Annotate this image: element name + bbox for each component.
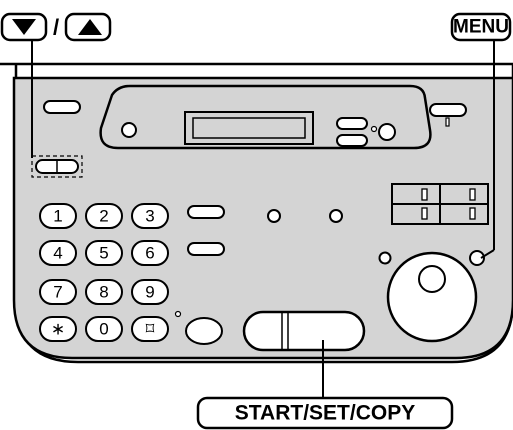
svg-text:4: 4 [53, 244, 62, 263]
key-1[interactable]: 1 [39, 203, 77, 229]
one-touch-indicator-4 [469, 207, 476, 220]
svg-text:0: 0 [99, 320, 108, 339]
start-set-copy-button[interactable] [242, 310, 366, 352]
lcd-display-inner [192, 117, 306, 139]
middle-pill-lower[interactable] [187, 242, 225, 256]
key-5[interactable]: 5 [85, 240, 123, 266]
top-right-pill-button[interactable] [429, 103, 467, 117]
key-9[interactable]: 9 [131, 279, 169, 305]
display-indicator-dot [370, 125, 378, 133]
middle-pill-upper[interactable] [187, 205, 225, 219]
fax-machine-diagram: 1 2 3 4 5 6 7 8 9 ∗ 0 ⌑ / MENU START/SET… [0, 12, 513, 430]
oval-button[interactable] [185, 317, 223, 345]
middle-indicator-right [329, 209, 343, 223]
one-touch-indicator-1 [421, 188, 428, 201]
top-left-pill-button[interactable] [43, 100, 81, 114]
svg-text:MENU: MENU [453, 17, 509, 38]
up-arrow-key-label [64, 12, 112, 42]
one-touch-indicator-2 [469, 188, 476, 201]
start-set-copy-label: START/SET/COPY [196, 396, 454, 430]
svg-text:7: 7 [53, 283, 62, 302]
key-3[interactable]: 3 [131, 203, 169, 229]
one-touch-indicator-3 [421, 207, 428, 220]
key-4[interactable]: 4 [39, 240, 77, 266]
svg-text:8: 8 [99, 283, 108, 302]
svg-text:START/SET/COPY: START/SET/COPY [235, 402, 415, 425]
key-8[interactable]: 8 [85, 279, 123, 305]
top-right-indicator [445, 117, 450, 127]
key-0[interactable]: 0 [85, 316, 123, 342]
key-star[interactable]: ∗ [39, 316, 77, 342]
key-2[interactable]: 2 [85, 203, 123, 229]
key-6[interactable]: 6 [131, 240, 169, 266]
display-pill-lower[interactable] [336, 134, 368, 147]
small-circle-button[interactable] [378, 251, 392, 265]
down-arrow-key-label [0, 12, 48, 42]
jog-dial-center[interactable] [418, 265, 446, 293]
svg-text:6: 6 [145, 244, 154, 263]
hash-icon: ⌑ [146, 320, 155, 339]
key-hash[interactable]: ⌑ [131, 316, 169, 342]
svg-text:1: 1 [53, 207, 62, 226]
svg-text:3: 3 [145, 207, 154, 226]
key-7[interactable]: 7 [39, 279, 77, 305]
display-pill-upper[interactable] [336, 117, 368, 130]
one-touch-buttons [391, 183, 489, 225]
display-left-circle-button[interactable] [121, 122, 137, 138]
middle-indicator-left [267, 209, 281, 223]
display-right-circle-button[interactable] [378, 123, 396, 141]
arrow-label-separator: / [53, 15, 59, 40]
svg-text:2: 2 [99, 207, 108, 226]
svg-text:5: 5 [99, 244, 108, 263]
svg-text:∗: ∗ [51, 320, 65, 339]
keypad-indicator-dot [174, 310, 182, 318]
menu-key-label: MENU [450, 12, 512, 42]
svg-text:9: 9 [145, 283, 154, 302]
